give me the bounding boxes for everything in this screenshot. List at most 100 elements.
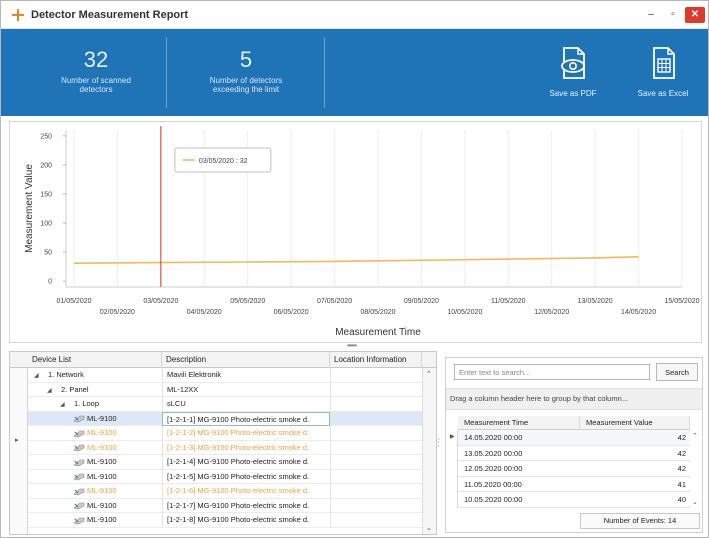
scroll-down-icon[interactable]: ⌄ — [426, 524, 432, 532]
device-label: ML-9100 — [87, 428, 117, 437]
scroll-up-icon[interactable]: ⌃ — [692, 432, 698, 440]
x-tick-label: 02/05/2020 — [100, 309, 135, 316]
device-row[interactable]: ML-9100 [1-2-1-5] MG-9100 Photo-electric … — [28, 469, 422, 484]
x-tick-label: 01/05/2020 — [56, 298, 91, 305]
location-cell — [330, 484, 422, 498]
column-header-device[interactable]: Device List — [28, 352, 162, 368]
x-tick-label: 15/05/2020 — [664, 298, 699, 305]
device-row[interactable]: ML-9100 [1-2-1-2] MG-9100 Photo-electric … — [28, 426, 422, 441]
description-cell: [1-2-1-3] MG-9100 Photo-electric smoke d… — [162, 440, 330, 455]
series-line — [73, 255, 639, 264]
x-tick-label: 08/05/2020 — [360, 309, 395, 316]
events-grid: · · · Measurement Time Measurement Value ▶… — [437, 416, 702, 508]
group-by-panel[interactable]: Drag a column header here to group by th… — [446, 388, 702, 410]
smoke-detector-icon — [73, 430, 85, 437]
search-button[interactable]: Search — [656, 363, 698, 381]
device-row[interactable]: ML-9100 [1-2-1-1] MG-9100 Photo-electric … — [28, 411, 422, 426]
save-as-excel-label: Save as Excel — [637, 89, 689, 98]
x-tick-label: 07/05/2020 — [317, 298, 352, 305]
splitter-grip[interactable]: ••••• — [347, 342, 361, 350]
expand-toggle-icon[interactable]: ◢ — [47, 384, 55, 397]
device-label: ML-9100 — [87, 471, 117, 481]
close-button[interactable]: ✕ — [685, 7, 705, 23]
y-tick-label: 250 — [40, 133, 52, 140]
y-tick-label: 150 — [40, 191, 52, 198]
event-time: 13.05.2020 00:00 — [464, 448, 523, 458]
app-plus-icon — [12, 9, 24, 21]
excel-document-icon — [653, 47, 675, 79]
device-row[interactable]: ML-9100 [1-2-1-4] MG-9100 Photo-electric … — [28, 455, 422, 470]
ribbon-divider — [166, 37, 167, 108]
event-value: 42 — [677, 433, 686, 442]
location-cell — [330, 411, 422, 426]
description-cell: [1-2-1-7] MG-9100 Photo-electric smoke d… — [162, 498, 330, 513]
measurement-chart[interactable]: 0 50 100 150 200 250 01/05/2020 03/05/2020 05/05… — [9, 121, 702, 343]
event-row[interactable]: 14.05.2020 00:00 42 — [458, 430, 690, 446]
device-row[interactable]: ◢ 2. Panel ML-12XX — [28, 382, 422, 397]
pdf-document-icon — [561, 47, 585, 79]
maximize-button[interactable]: ▫ — [663, 7, 683, 23]
events-scrollbar[interactable]: ⌃ ⌄ — [690, 430, 702, 508]
description-cell: [1-2-1-5] MG-9100 Photo-electric smoke d… — [162, 469, 330, 484]
expand-toggle-icon[interactable]: ◢ — [34, 369, 42, 382]
panel-grip[interactable]: · · · — [437, 436, 440, 450]
device-row[interactable]: ML-9100 [1-2-1-7] MG-9100 Photo-electric … — [28, 498, 422, 513]
exceeding-label-line2: exceeding the limit — [212, 85, 280, 94]
description-cell: ML-12XX — [162, 382, 330, 397]
scanned-count: 32 — [83, 47, 109, 72]
location-cell — [330, 368, 422, 382]
minimize-button[interactable]: – — [641, 7, 661, 23]
save-as-pdf-button[interactable]: Save as PDF — [538, 39, 608, 109]
smoke-detector-icon — [73, 488, 85, 495]
device-list-panel: Device List Description Location Informa… — [9, 351, 437, 535]
event-row[interactable]: 13.05.2020 00:00 42 — [458, 446, 690, 461]
device-list-scrollbar[interactable]: ⌃ ⌄ — [422, 368, 436, 534]
x-tick-label: 06/05/2020 — [274, 309, 309, 316]
row-indicator-column: ▶ — [446, 430, 458, 508]
report-window: Detector Measurement Report – ▫ ✕ 32 Num… — [0, 0, 709, 538]
events-count: Number of Events: 14 — [580, 513, 700, 529]
title-bar: Detector Measurement Report – ▫ ✕ — [1, 1, 708, 29]
current-row-arrow-icon: ▸ — [15, 437, 19, 444]
x-tick-label: 11/05/2020 — [491, 298, 526, 305]
column-header-measurement-time[interactable]: Measurement Time — [458, 416, 580, 430]
smoke-detector-icon — [73, 517, 85, 524]
device-cell: ML-9100 — [28, 484, 162, 498]
device-label: 1. Network — [48, 370, 84, 379]
device-label: 2. Panel — [61, 384, 89, 394]
event-value: 42 — [677, 448, 686, 458]
description-cell[interactable]: [1-2-1-1] MG-9100 Photo-electric smoke d… — [162, 411, 330, 426]
device-row[interactable]: ML-9100 [1-2-1-8] MG-9100 Photo-electric … — [28, 513, 422, 528]
device-cell: ML-9100 — [28, 513, 162, 527]
event-value: 42 — [677, 464, 686, 473]
event-row[interactable]: 10.05.2020 00:00 40 — [458, 492, 690, 508]
smoke-detector-icon — [73, 459, 85, 466]
ribbon-divider — [324, 37, 325, 108]
device-row[interactable]: ML-9100 [1-2-1-3] MG-9100 Photo-electric … — [28, 440, 422, 455]
event-time: 11.05.2020 00:00 — [464, 479, 522, 489]
event-row[interactable]: 11.05.2020 00:00 41 — [458, 477, 690, 492]
x-tick-label: 10/05/2020 — [447, 309, 482, 316]
x-axis-title: Measurement Time — [335, 327, 421, 338]
row-indicator-column: ▸ — [10, 368, 28, 534]
event-row[interactable]: 12.05.2020 00:00 42 — [458, 461, 690, 477]
device-row[interactable]: ◢ 1. Loop sLCU — [28, 397, 422, 412]
event-value: 40 — [677, 495, 686, 504]
expand-toggle-icon[interactable]: ◢ — [60, 398, 68, 411]
device-label: ML-9100 — [87, 500, 117, 510]
save-as-excel-button[interactable]: Save as Excel — [628, 39, 698, 109]
column-header-description[interactable]: Description — [162, 352, 330, 368]
scroll-down-icon[interactable]: ⌄ — [692, 498, 698, 506]
x-tick-label: 14/05/2020 — [621, 309, 656, 316]
column-header-measurement-value[interactable]: Measurement Value — [580, 416, 690, 430]
device-row[interactable]: ML-9100 [1-2-1-6] MG-9100 Photo-electric … — [28, 484, 422, 499]
x-tick-label: 13/05/2020 — [578, 298, 613, 305]
x-tick-label: 09/05/2020 — [404, 298, 439, 305]
tooltip-text: 03/05/2020 : 32 — [199, 158, 248, 165]
column-header-location[interactable]: Location Information — [330, 352, 422, 368]
search-input[interactable] — [454, 364, 650, 380]
scroll-up-icon[interactable]: ⌃ — [426, 370, 432, 378]
device-cell: ◢ 2. Panel — [28, 383, 162, 397]
device-row[interactable]: ◢ 1. Network Mavili Elektronik — [28, 368, 422, 383]
smoke-detector-icon — [73, 473, 85, 481]
